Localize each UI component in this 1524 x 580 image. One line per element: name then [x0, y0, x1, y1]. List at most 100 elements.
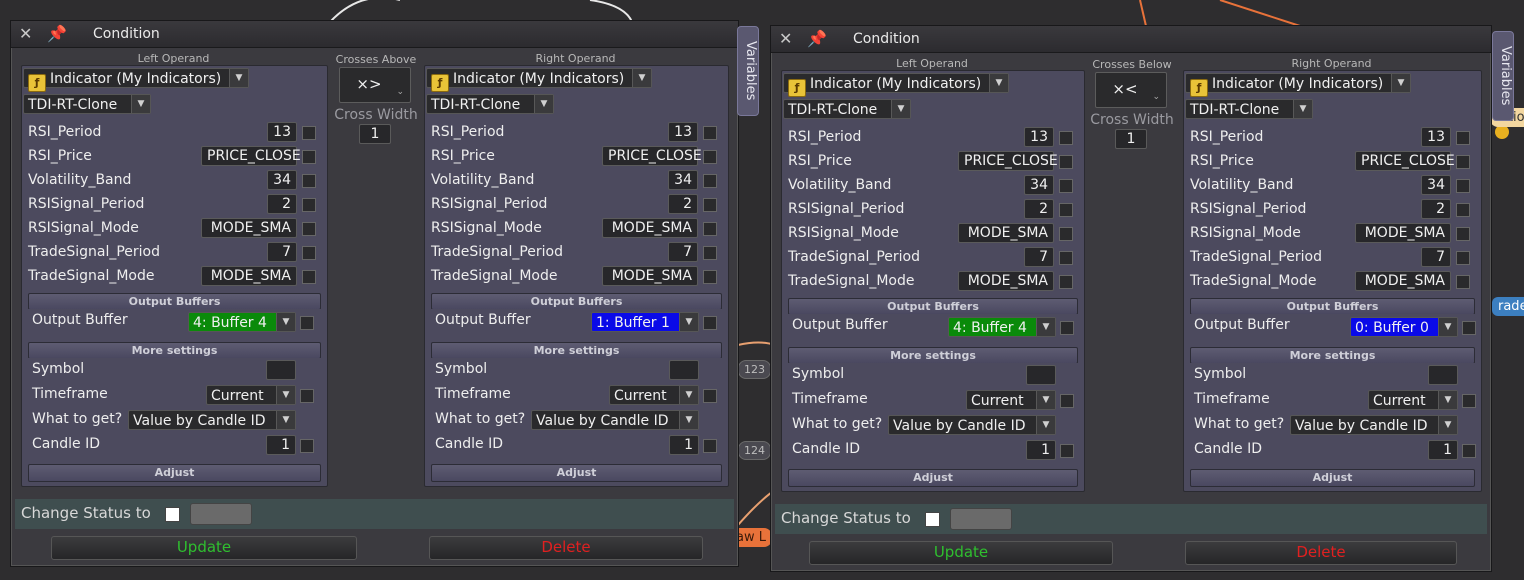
param-value-input[interactable]: 34 — [267, 170, 297, 190]
param-checkbox[interactable] — [1456, 251, 1470, 265]
status-color-picker[interactable] — [190, 503, 252, 525]
symbol-input[interactable] — [1026, 365, 1056, 385]
delete-button[interactable]: Delete — [429, 536, 703, 560]
indicator-name-select[interactable]: TDI-RT-Clone ▼ — [783, 99, 911, 119]
param-value-input[interactable]: 13 — [267, 122, 297, 142]
operand-type-select[interactable]: ƒ Indicator (My Indicators) ▼ — [783, 73, 1009, 97]
what-to-get-select[interactable]: Value by Candle ID ▼ — [531, 410, 699, 430]
update-button[interactable]: Update — [51, 536, 357, 560]
output-buffer-checkbox[interactable] — [703, 316, 717, 330]
param-value-input[interactable]: MODE_SMA — [201, 218, 297, 238]
param-checkbox[interactable] — [703, 150, 717, 164]
param-checkbox[interactable] — [703, 198, 717, 212]
close-icon[interactable]: ✕ — [779, 29, 792, 48]
param-checkbox[interactable] — [302, 126, 316, 140]
symbol-input[interactable] — [266, 360, 296, 380]
param-value-input[interactable]: MODE_SMA — [602, 266, 698, 286]
variables-tab[interactable]: Variables — [1492, 31, 1514, 121]
param-value-input[interactable]: PRICE_CLOSE — [602, 146, 702, 166]
param-checkbox[interactable] — [302, 222, 316, 236]
indicator-name-select[interactable]: TDI-RT-Clone ▼ — [1185, 99, 1313, 119]
param-checkbox[interactable] — [302, 270, 316, 284]
param-value-input[interactable]: MODE_SMA — [1355, 271, 1451, 291]
node-chip-123[interactable]: 123 — [738, 360, 771, 379]
timeframe-select[interactable]: Current ▼ — [966, 390, 1056, 410]
param-checkbox[interactable] — [302, 198, 316, 212]
param-value-input[interactable]: 2 — [668, 194, 698, 214]
pin-icon[interactable]: 📌 — [807, 29, 827, 48]
param-checkbox[interactable] — [1059, 155, 1073, 169]
timeframe-checkbox[interactable] — [703, 389, 717, 403]
operand-type-select[interactable]: ƒ Indicator (My Indicators) ▼ — [1185, 73, 1411, 97]
candle-id-checkbox[interactable] — [300, 439, 314, 453]
param-value-input[interactable]: 7 — [1421, 247, 1451, 267]
param-value-input[interactable]: 7 — [668, 242, 698, 262]
timeframe-checkbox[interactable] — [300, 389, 314, 403]
adjust-button[interactable]: Adjust — [28, 464, 321, 482]
what-to-get-select[interactable]: Value by Candle ID ▼ — [1290, 415, 1458, 435]
what-to-get-select[interactable]: Value by Candle ID ▼ — [128, 410, 296, 430]
output-buffer-select[interactable]: 4: Buffer 4 ▼ — [188, 312, 296, 332]
delete-button[interactable]: Delete — [1185, 541, 1457, 565]
param-value-input[interactable]: 34 — [1024, 175, 1054, 195]
node-label-trade[interactable]: rade — [1492, 297, 1524, 316]
status-color-picker[interactable] — [950, 508, 1012, 530]
variables-tab[interactable]: Variables — [737, 26, 759, 116]
pin-icon[interactable]: 📌 — [47, 24, 67, 43]
operator-select[interactable]: ×> ⌄ — [339, 67, 411, 103]
candle-id-input[interactable]: 1 — [669, 435, 699, 455]
adjust-button[interactable]: Adjust — [431, 464, 722, 482]
operand-type-select[interactable]: ƒ Indicator (My Indicators) ▼ — [23, 68, 249, 92]
param-checkbox[interactable] — [1456, 179, 1470, 193]
param-checkbox[interactable] — [703, 270, 717, 284]
param-value-input[interactable]: MODE_SMA — [201, 266, 297, 286]
timeframe-checkbox[interactable] — [1462, 394, 1476, 408]
param-value-input[interactable]: 13 — [1024, 127, 1054, 147]
param-checkbox[interactable] — [703, 246, 717, 260]
param-value-input[interactable]: 13 — [668, 122, 698, 142]
param-checkbox[interactable] — [703, 222, 717, 236]
param-checkbox[interactable] — [703, 126, 717, 140]
change-status-checkbox[interactable] — [165, 507, 180, 522]
output-buffer-checkbox[interactable] — [1462, 321, 1476, 335]
param-value-input[interactable]: PRICE_CLOSE — [201, 146, 301, 166]
param-checkbox[interactable] — [1456, 203, 1470, 217]
candle-id-checkbox[interactable] — [1462, 444, 1476, 458]
param-value-input[interactable]: MODE_SMA — [958, 223, 1054, 243]
timeframe-select[interactable]: Current ▼ — [206, 385, 296, 405]
param-value-input[interactable]: MODE_SMA — [958, 271, 1054, 291]
close-icon[interactable]: ✕ — [19, 24, 32, 43]
indicator-name-select[interactable]: TDI-RT-Clone ▼ — [426, 94, 554, 114]
indicator-name-select[interactable]: TDI-RT-Clone ▼ — [23, 94, 151, 114]
operator-select[interactable]: ×< ⌄ — [1095, 72, 1167, 108]
timeframe-select[interactable]: Current ▼ — [609, 385, 699, 405]
change-status-checkbox[interactable] — [925, 512, 940, 527]
param-checkbox[interactable] — [1059, 131, 1073, 145]
param-checkbox[interactable] — [1456, 227, 1470, 241]
timeframe-select[interactable]: Current ▼ — [1368, 390, 1458, 410]
param-checkbox[interactable] — [1059, 275, 1073, 289]
param-checkbox[interactable] — [1456, 275, 1470, 289]
operand-type-select[interactable]: ƒ Indicator (My Indicators) ▼ — [426, 68, 652, 92]
symbol-input[interactable] — [669, 360, 699, 380]
candle-id-checkbox[interactable] — [703, 439, 717, 453]
param-value-input[interactable]: MODE_SMA — [1355, 223, 1451, 243]
param-checkbox[interactable] — [1456, 155, 1470, 169]
param-value-input[interactable]: 13 — [1421, 127, 1451, 147]
what-to-get-select[interactable]: Value by Candle ID ▼ — [888, 415, 1056, 435]
param-checkbox[interactable] — [1059, 227, 1073, 241]
param-checkbox[interactable] — [1059, 179, 1073, 193]
param-value-input[interactable]: 2 — [1024, 199, 1054, 219]
param-checkbox[interactable] — [1456, 131, 1470, 145]
param-value-input[interactable]: 34 — [1421, 175, 1451, 195]
param-checkbox[interactable] — [703, 174, 717, 188]
adjust-button[interactable]: Adjust — [788, 469, 1078, 487]
candle-id-checkbox[interactable] — [1060, 444, 1074, 458]
param-checkbox[interactable] — [1059, 251, 1073, 265]
param-value-input[interactable]: 2 — [267, 194, 297, 214]
candle-id-input[interactable]: 1 — [1026, 440, 1056, 460]
param-checkbox[interactable] — [302, 246, 316, 260]
param-value-input[interactable]: PRICE_CLOSE — [958, 151, 1058, 171]
param-checkbox[interactable] — [1059, 203, 1073, 217]
timeframe-checkbox[interactable] — [1060, 394, 1074, 408]
